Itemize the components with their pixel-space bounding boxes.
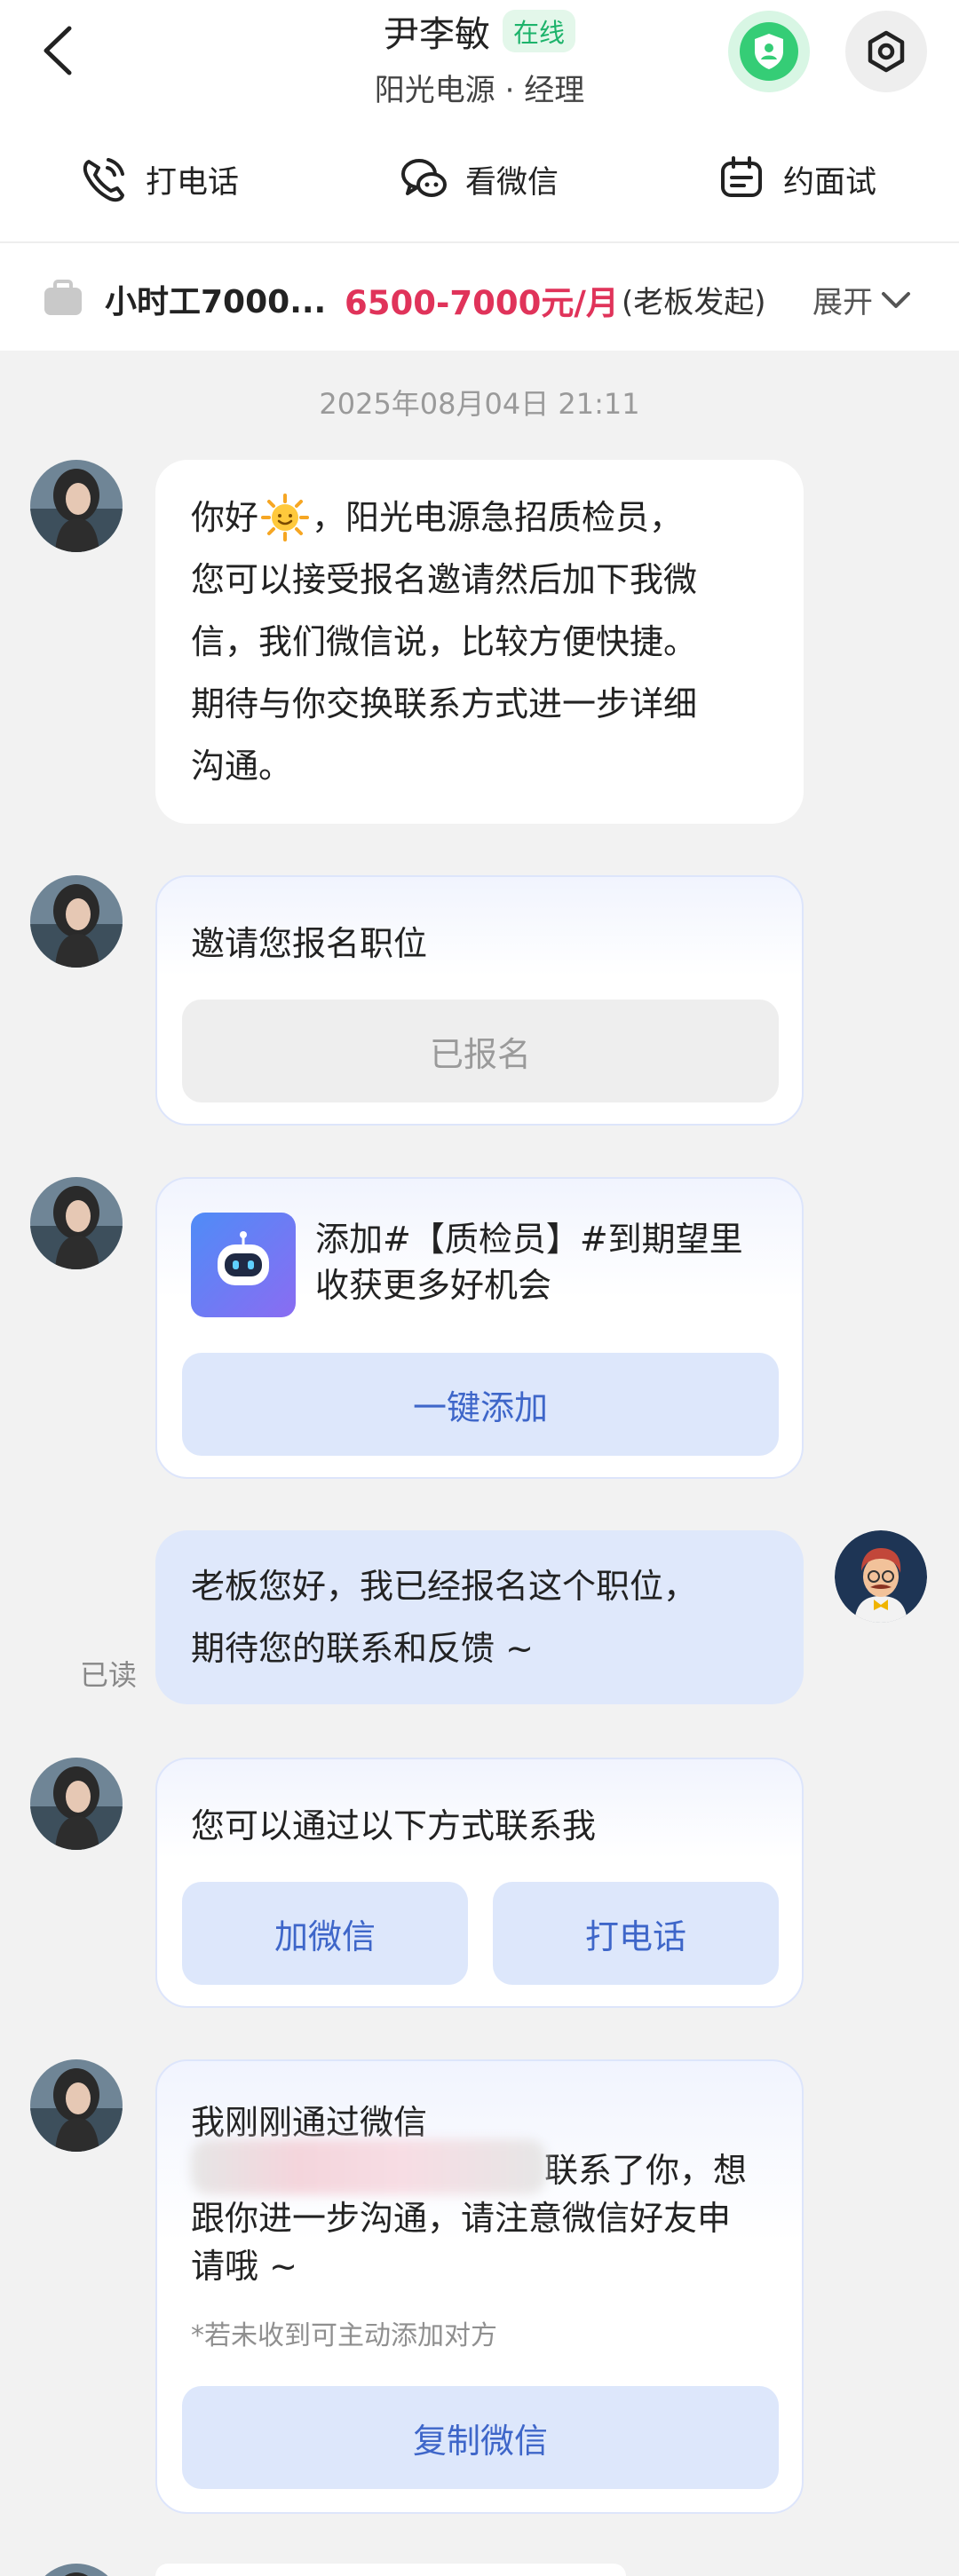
security-button[interactable] (728, 11, 810, 92)
interview-label: 约面试 (783, 164, 877, 201)
briefcase-icon (44, 280, 82, 315)
card-text-line: 收获更多好机会 (315, 1266, 552, 1305)
recruiter-avatar-image (30, 2564, 123, 2576)
message-bubble (155, 2564, 626, 2576)
card-text: 添加#【质检员】#到期望里 收获更多好机会 (315, 1216, 743, 1308)
avatar[interactable] (30, 2564, 123, 2576)
recruiter-avatar-image (30, 2059, 123, 2152)
avatar[interactable] (30, 1177, 123, 1269)
phone-icon (83, 158, 124, 202)
settings-hexagon-icon (868, 30, 905, 73)
message-text: 期待与你交换联系方式进一步详细 (191, 684, 698, 723)
one-click-add-button[interactable]: 一键添加 (182, 1353, 779, 1456)
wechat-action[interactable]: 看微信 (400, 142, 559, 217)
sun-emoji-icon (261, 494, 310, 541)
interview-action[interactable]: 约面试 (717, 142, 876, 217)
avatar[interactable] (30, 1758, 123, 1850)
message-text: 你好 (191, 498, 259, 537)
recruiter-avatar-image (30, 1177, 123, 1269)
message-timestamp: 2025年08月04日 21:11 (319, 387, 640, 421)
add-expectation-card: 添加#【质检员】#到期望里 收获更多好机会 一键添加 (155, 1177, 804, 1479)
header-divider (0, 241, 959, 243)
recruiter-avatar-image (30, 875, 123, 968)
avatar[interactable] (30, 2059, 123, 2152)
card-text-line: 跟你进一步沟通，请注意微信好友申 (191, 2199, 732, 2238)
call-action[interactable]: 打电话 (80, 142, 239, 217)
expand-button[interactable]: 展开 (812, 278, 912, 321)
avatar[interactable] (30, 875, 123, 968)
chat-header: 尹李敏 在线 阳光电源 · 经理 打电话 看微信 约面试 小时工7000... … (0, 0, 959, 351)
card-text-line: 添加#【质检员】#到期望里 (315, 1220, 743, 1259)
chevron-down-icon (882, 291, 910, 308)
message-text: 期待您的联系和反馈 ~ (191, 1629, 534, 1668)
read-receipt: 已读 (80, 1658, 138, 1692)
cartoon-man-avatar-icon (835, 1530, 927, 1623)
message-text: 沟通。 (191, 747, 293, 786)
recruiter-avatar-image (30, 460, 123, 552)
expand-label: 展开 (812, 285, 873, 320)
signup-invite-card: 邀请您报名职位 已报名 (155, 875, 804, 1126)
call-button[interactable]: 打电话 (493, 1882, 779, 1985)
job-info-bar[interactable]: 小时工7000... 6500-7000元/月 (老板发起) 展开 (0, 244, 959, 351)
robot-icon (191, 1213, 296, 1317)
message-text: 信，我们微信说，比较方便快捷。 (191, 622, 698, 661)
message-bubble-self: 老板您好，我已经报名这个职位， 期待您的联系和反馈 ~ (155, 1530, 804, 1704)
settings-button[interactable] (845, 11, 927, 92)
call-label: 打电话 (146, 164, 240, 201)
online-status-badge: 在线 (502, 10, 575, 52)
add-wechat-button[interactable]: 加微信 (182, 1882, 468, 1985)
recruiter-avatar-image (30, 1758, 123, 1850)
avatar[interactable] (30, 460, 123, 552)
contact-title: 尹李敏 在线 阳光电源 · 经理 (0, 5, 959, 109)
message-text: 您可以接受报名邀请然后加下我微 (191, 560, 698, 599)
calendar-chat-icon (721, 156, 762, 197)
contact-methods-card: 您可以通过以下方式联系我 加微信 打电话 (155, 1758, 804, 2008)
contact-name: 尹李敏 (383, 14, 490, 55)
job-salary: 6500-7000元/月 (345, 284, 619, 322)
copy-wechat-button[interactable]: 复制微信 (182, 2386, 779, 2489)
card-text-line: 请哦 ~ (191, 2247, 297, 2286)
shield-user-icon (755, 34, 783, 69)
message-bubble: 你好 ，阳光电源急招质检员， 您可以接受报名邀请然后加下我微 信，我们微信说，比… (155, 460, 804, 824)
contact-company-role: 阳光电源 · 经理 (374, 73, 585, 108)
message-text: 老板您好，我已经报名这个职位， (191, 1567, 698, 1606)
signed-up-button[interactable]: 已报名 (182, 1000, 779, 1102)
action-bar: 打电话 看微信 约面试 (0, 142, 959, 217)
wechat-contacted-card: 我刚刚通过微信 联系了你，想 跟你进一步沟通，请注意微信好友申 请哦 ~ *若未… (155, 2059, 804, 2514)
card-title: 邀请您报名职位 (191, 924, 428, 963)
job-note: (老板发起) (622, 285, 766, 320)
wechat-icon (401, 159, 447, 197)
job-title: 小时工7000... (105, 284, 327, 320)
wechat-label: 看微信 (465, 164, 559, 201)
message-text: ，阳光电源急招质检员， (312, 498, 684, 537)
card-title: 您可以通过以下方式联系我 (191, 1806, 597, 1845)
redacted-wechat-id (191, 2139, 546, 2194)
hint-text: *若未收到可主动添加对方 (191, 2320, 497, 2351)
my-avatar[interactable] (835, 1530, 927, 1623)
